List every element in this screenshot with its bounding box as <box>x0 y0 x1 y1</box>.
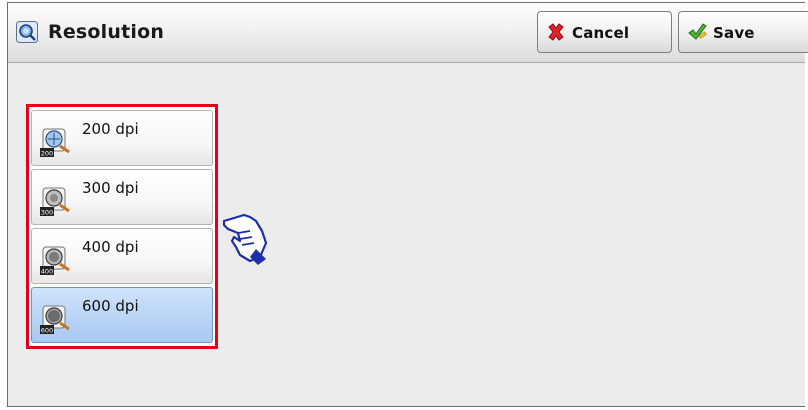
green-check-pencil-icon <box>688 23 707 40</box>
pointing-hand-icon <box>222 213 268 265</box>
option-label: 200 dpi <box>82 120 139 138</box>
option-300-dpi[interactable]: 300 300 dpi <box>31 169 213 225</box>
option-label: 400 dpi <box>82 238 139 256</box>
option-200-dpi[interactable]: 200 200 dpi <box>31 110 213 166</box>
save-button[interactable]: Save <box>678 11 808 53</box>
save-label: Save <box>713 24 755 42</box>
resolution-icon: 200 <box>40 128 70 158</box>
resolution-icon: 300 <box>40 187 70 217</box>
option-badge: 600 <box>41 327 53 335</box>
option-600-dpi[interactable]: 600 600 dpi <box>31 287 213 343</box>
option-badge: 300 <box>41 209 53 217</box>
page-title: Resolution <box>48 21 165 43</box>
red-x-icon <box>548 23 564 41</box>
cancel-label: Cancel <box>572 24 630 42</box>
option-badge: 400 <box>41 268 53 276</box>
option-400-dpi[interactable]: 400 400 dpi <box>31 228 213 284</box>
resolution-panel: Resolution Cancel Save 200 200 dpi 300 3… <box>7 2 808 407</box>
header-bar: Resolution Cancel Save <box>8 3 808 63</box>
resolution-icon: 600 <box>40 305 70 335</box>
option-label: 600 dpi <box>82 297 139 315</box>
resolution-icon: 400 <box>40 246 70 276</box>
cancel-button[interactable]: Cancel <box>537 11 672 53</box>
option-label: 300 dpi <box>82 179 139 197</box>
magnifier-resolution-icon <box>16 21 38 43</box>
resolution-options-highlight: 200 200 dpi 300 300 dpi 400 400 dpi 600 … <box>26 104 218 349</box>
option-badge: 200 <box>41 150 53 158</box>
